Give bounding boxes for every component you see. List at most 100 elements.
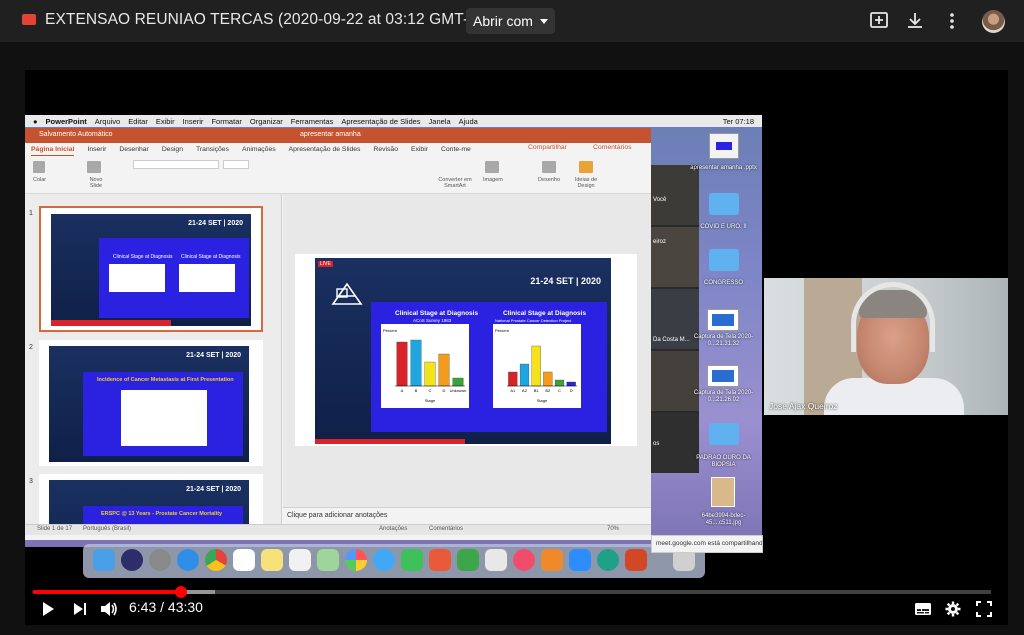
drawing-icon [542, 161, 556, 173]
screenshot-file-icon [707, 365, 739, 387]
tab-animations: Animações [242, 146, 276, 153]
folder-icon [709, 249, 739, 271]
left-chart-tick-label: B [415, 388, 418, 393]
powerpoint-icon [625, 549, 647, 571]
reminders-icon [289, 549, 311, 571]
folder-icon [709, 193, 739, 215]
document-title: apresentar amanha [300, 131, 361, 138]
left-chart-subtitle: ACoS Survey 1983 [413, 318, 452, 323]
slide-canvas: LIVE 21-24 SET | 2020 Clinical Stage at … [295, 254, 637, 446]
open-with-button[interactable]: Abrir com [466, 8, 555, 34]
preview-icon [485, 549, 507, 571]
maps-icon [317, 549, 339, 571]
left-stage-chart: Percent A B C D Unknown Stage [381, 324, 469, 408]
left-chart-tick-label: Unknown [450, 388, 467, 393]
new-slide-label: Novo Slide [89, 177, 103, 189]
menu-item: Formatar [211, 116, 242, 126]
image-file-icon [711, 477, 735, 507]
screen-share-notification: meet.google.com está compartilhando [651, 535, 763, 553]
share-button: Compartilhar [528, 144, 567, 151]
menu-item: Organizar [249, 116, 283, 126]
comments-button: Comentários [593, 144, 632, 151]
thumb-right-title: Clinical Stage at Diagnosis [181, 254, 241, 260]
tab-slideshow: Apresentação de Slides [288, 146, 361, 153]
ppt-status-bar: Slide 1 de 17 Português (Brasil) Anotaçõ… [25, 524, 651, 535]
right-chart-bar-d [566, 381, 576, 387]
desktop-icon-column: apresentar amanha .pptx COVID E URO. II … [685, 127, 762, 547]
right-chart-bar-c [554, 379, 565, 387]
powerpoint-window: Salvamento Automático apresentar amanha … [25, 128, 651, 540]
tab-home: Página Inicial [31, 146, 75, 156]
next-icon[interactable] [72, 601, 88, 617]
paste-label: Colar [33, 177, 47, 183]
drawing-label: Desenho [538, 177, 561, 183]
participant-name: Você [653, 197, 667, 203]
menu-item: Exibir [155, 116, 175, 126]
menu-app-name: PowerPoint [45, 116, 87, 126]
open-with-label: Abrir com [473, 13, 533, 29]
desktop-icon-label: CONGRESSO [703, 280, 743, 286]
thumb-header: 21-24 SET | 2020 [186, 486, 241, 493]
left-chart-xlabel: Stage [425, 398, 436, 403]
right-chart-tick-label: B1 [534, 388, 540, 393]
siri-icon [121, 549, 143, 571]
captions-icon[interactable] [914, 601, 932, 617]
chrome-icon [205, 549, 227, 571]
facetime-icon [401, 549, 423, 571]
image-label: Imagem [483, 177, 503, 183]
tab-insert: Inserir [87, 146, 107, 153]
thumb-right-chart [179, 264, 235, 292]
notes-pane: Clique para adicionar anotações [283, 507, 651, 524]
right-chart-tick-label: C [558, 388, 561, 393]
play-icon[interactable] [40, 601, 56, 617]
left-chart-title: Clinical Stage at Diagnosis [395, 310, 479, 317]
right-chart-bar-b1 [531, 345, 541, 387]
right-chart-tick-label: A2 [522, 388, 528, 393]
messages-icon [373, 549, 395, 571]
participant-name: eiroz [653, 239, 667, 245]
scrubber-handle[interactable] [174, 586, 187, 598]
music-icon [513, 549, 535, 571]
right-chart-ylabel: Percent [495, 328, 510, 333]
slide-red-bar [51, 320, 171, 326]
fullscreen-icon[interactable] [976, 601, 992, 617]
paste-icon [33, 161, 45, 173]
design-ideas-icon [579, 161, 593, 173]
ppt-ribbon: Colar Novo Slide Imagem Converter em Sma… [25, 156, 651, 194]
settings-gear-icon[interactable] [945, 601, 961, 617]
tab-tell-me: Conte-me [440, 146, 471, 153]
video-progress-bar[interactable] [33, 586, 991, 598]
screenshot-file-icon [707, 309, 739, 331]
volume-icon[interactable] [100, 601, 118, 617]
thumb-left-chart [109, 264, 165, 292]
apple-icon: ● [33, 116, 38, 126]
more-options-icon[interactable] [942, 11, 962, 31]
account-avatar[interactable] [982, 10, 1005, 33]
viewer-top-bar: EXTENSAO REUNIAO TERCAS (2020-09-22 at 0… [0, 0, 1024, 42]
menu-item: Arquivo [94, 116, 121, 126]
add-to-drive-icon[interactable] [869, 11, 889, 31]
comments-toggle: Comentários [429, 526, 464, 532]
live-badge: LIVE [318, 261, 333, 267]
menu-clock: Ter 07:18 [722, 116, 754, 126]
books-icon [541, 549, 563, 571]
font-family-field [133, 160, 219, 169]
left-chart-bar-d [438, 353, 450, 387]
folder-icon [709, 423, 739, 445]
mac-dock [83, 544, 705, 578]
slide-thumbnail-3: 21-24 SET | 2020 ERSPC @ 13 Years - Pros… [39, 474, 263, 524]
thumb-number: 1 [29, 210, 33, 217]
right-chart-bar-a1 [508, 371, 518, 387]
thumb-left-title: Clinical Stage at Diagnosis [113, 254, 173, 260]
design-ideas-label: Ideias de Design [574, 177, 598, 189]
font-size-field [223, 160, 249, 169]
left-chart-bar-c [424, 361, 436, 387]
photos-icon [345, 549, 367, 571]
mac-menu-bar: ● PowerPoint Arquivo Editar Exibir Inser… [25, 115, 762, 127]
download-icon[interactable] [905, 11, 925, 31]
video-file-icon [22, 14, 36, 25]
right-chart-tick-label: A1 [510, 388, 516, 393]
tab-view: Exibir [410, 146, 428, 153]
zoom-icon [569, 549, 591, 571]
menu-item: Editar [128, 116, 148, 126]
